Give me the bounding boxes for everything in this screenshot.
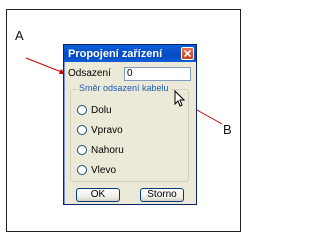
radio-down[interactable]: Dolu [77,104,112,116]
dialog-titlebar[interactable]: Propojení zařízení [64,45,196,62]
radio-up[interactable]: Nahoru [77,144,124,156]
dialog-title: Propojení zařízení [68,47,163,60]
radio-right[interactable]: Vpravo [77,124,123,136]
callout-label-a: A [15,28,24,43]
offset-label: Odsazení [68,68,111,79]
cancel-button[interactable]: Storno [140,188,184,202]
close-icon [184,50,191,57]
radio-circle[interactable] [77,145,87,155]
callout-label-b: B [223,122,232,137]
radio-label-left: Vlevo [91,164,117,176]
close-button[interactable] [181,47,194,60]
connection-dialog: Propojení zařízení Odsazení 0 Směr odsaz… [63,44,197,205]
radio-label-right: Vpravo [91,124,123,136]
radio-left[interactable]: Vlevo [77,164,116,176]
radio-label-up: Nahoru [91,144,124,156]
radio-label-down: Dolu [91,104,112,116]
radio-circle[interactable] [77,105,87,115]
ok-button[interactable]: OK [76,188,120,202]
radio-circle[interactable] [77,165,87,175]
cable-offset-direction-group: Směr odsazení kabelu Dolu Vpravo Nahoru … [70,83,189,182]
radio-circle[interactable] [77,125,87,135]
group-title: Směr odsazení kabelu [77,83,171,93]
mouse-cursor-icon [174,90,186,107]
offset-input[interactable]: 0 [124,67,191,81]
offset-row: Odsazení 0 [68,67,194,81]
